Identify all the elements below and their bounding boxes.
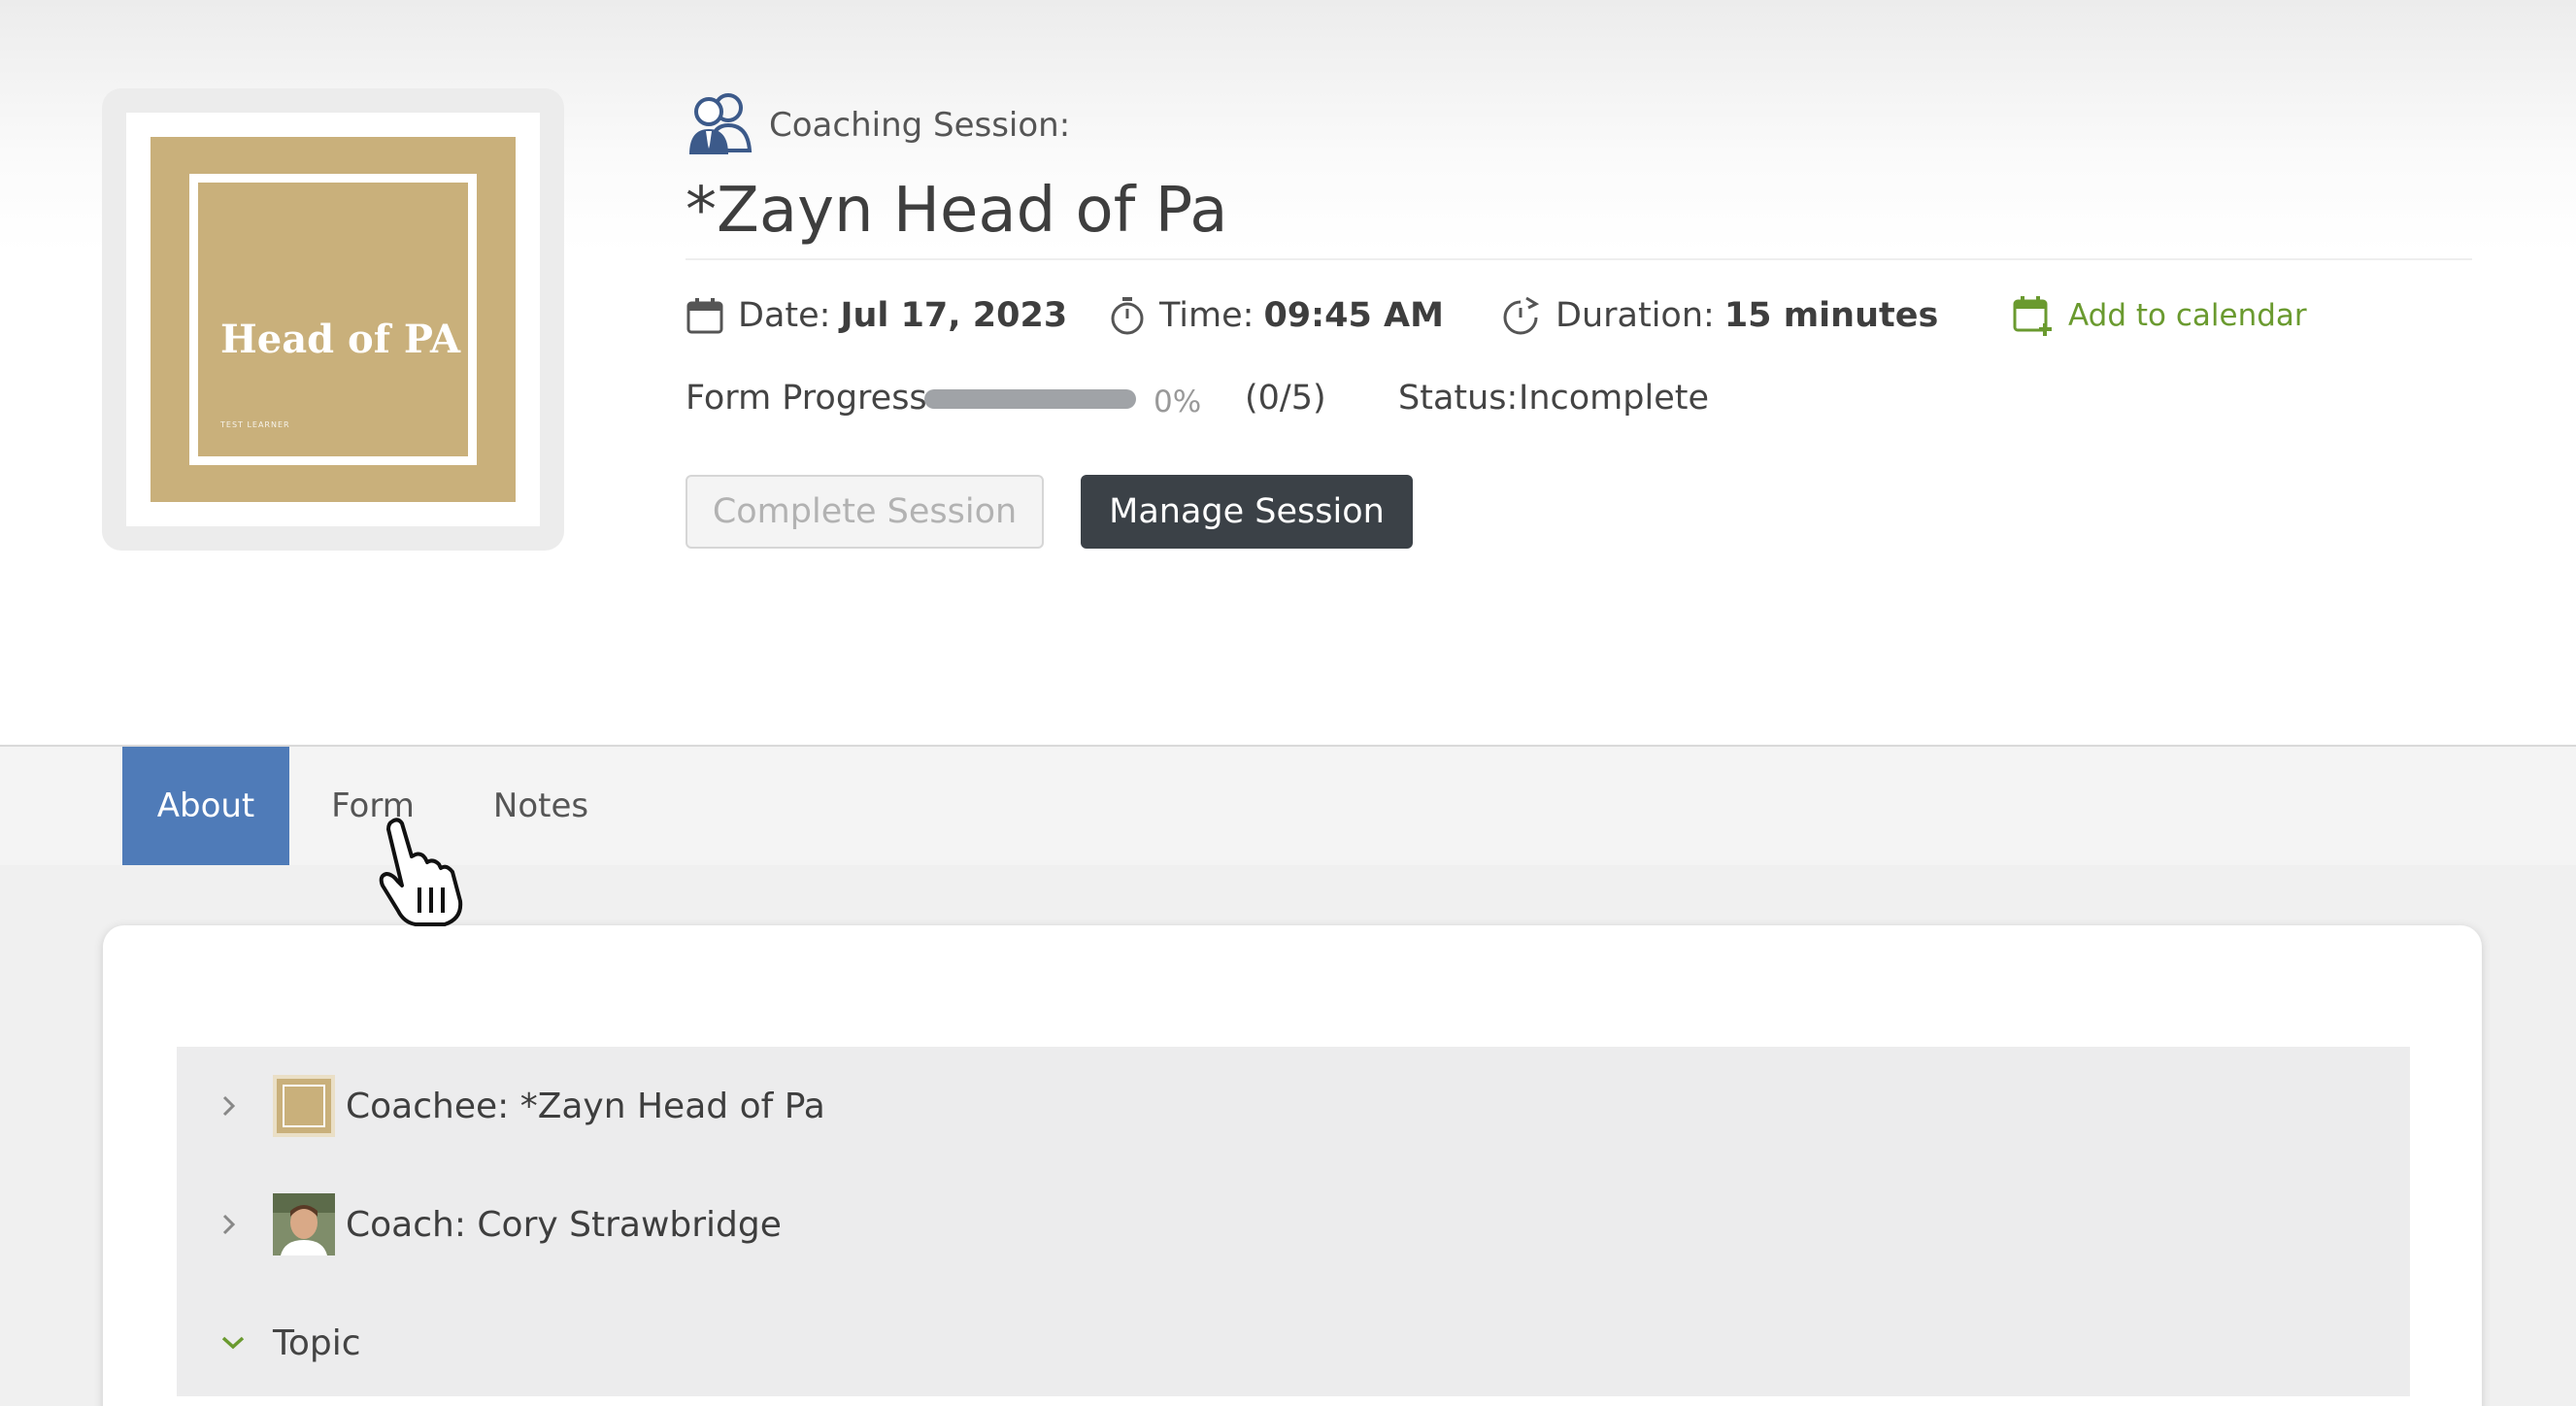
coach-row[interactable]: Coach: Cory Strawbridge bbox=[177, 1165, 2410, 1284]
page-title: *Zayn Head of Pa bbox=[686, 175, 1228, 247]
add-to-calendar-label: Add to calendar bbox=[2068, 298, 2307, 333]
coachee-row[interactable]: Coachee: *Zayn Head of Pa bbox=[177, 1047, 2410, 1165]
title-divider bbox=[686, 258, 2472, 260]
session-date: Date: Jul 17, 2023 bbox=[686, 284, 1067, 348]
time-label: Time: bbox=[1159, 296, 1255, 335]
calendar-icon bbox=[686, 298, 723, 334]
coachee-avatar bbox=[273, 1075, 335, 1137]
people-icon bbox=[686, 90, 755, 160]
about-accordion: Coachee: *Zayn Head of Pa Coach: Cory St… bbox=[177, 1047, 2410, 1396]
tab-about[interactable]: About bbox=[122, 747, 289, 865]
duration-value: 15 minutes bbox=[1723, 296, 1939, 335]
session-meta-row: Date: Jul 17, 2023 Time: 09:45 AM Durati… bbox=[686, 284, 2433, 348]
time-value: 09:45 AM bbox=[1263, 296, 1444, 335]
tab-notes[interactable]: Notes bbox=[483, 747, 599, 865]
manage-session-button[interactable]: Manage Session bbox=[1081, 475, 1413, 549]
session-type-label: Coaching Session: bbox=[769, 106, 1071, 145]
status-value: Incomplete bbox=[1519, 379, 1709, 418]
session-thumbnail-card: Head of PA TEST LEARNER bbox=[102, 88, 564, 551]
thumbnail-subtitle: TEST LEARNER bbox=[220, 420, 290, 429]
form-progress-percent: 0% bbox=[1154, 385, 1202, 419]
thumbnail-frame: Head of PA TEST LEARNER bbox=[126, 113, 540, 526]
session-thumbnail-image: Head of PA TEST LEARNER bbox=[151, 137, 516, 502]
coach-avatar bbox=[273, 1193, 335, 1255]
session-type-row: Coaching Session: bbox=[686, 91, 1070, 159]
form-progress-count: (0/5) bbox=[1245, 379, 1326, 418]
coachee-label: Coachee: *Zayn Head of Pa bbox=[346, 1086, 825, 1126]
status-label: Status: bbox=[1398, 379, 1519, 418]
form-progress-label: Form Progress bbox=[686, 379, 927, 418]
chevron-right-icon bbox=[222, 1214, 236, 1235]
timer-icon bbox=[1503, 296, 1540, 335]
session-duration: Duration: 15 minutes bbox=[1499, 284, 1938, 348]
session-time: Time: 09:45 AM bbox=[1109, 284, 1444, 348]
session-header: Head of PA TEST LEARNER Coaching Session… bbox=[0, 0, 2576, 745]
topic-row[interactable]: Topic bbox=[177, 1284, 2410, 1402]
chevron-down-icon bbox=[221, 1336, 245, 1350]
calendar-plus-icon bbox=[2013, 296, 2052, 336]
add-to-calendar-link[interactable]: Add to calendar bbox=[2012, 284, 2307, 348]
date-label: Date: bbox=[738, 296, 831, 335]
hand-pointer-icon bbox=[379, 818, 463, 926]
date-value: Jul 17, 2023 bbox=[840, 296, 1068, 335]
form-progress-row: Form Progress 0% (0/5) Status: Incomplet… bbox=[686, 373, 2045, 423]
duration-label: Duration: bbox=[1556, 296, 1715, 335]
form-progress-bar bbox=[924, 389, 1136, 409]
coach-label: Coach: Cory Strawbridge bbox=[346, 1204, 782, 1245]
topic-label: Topic bbox=[273, 1322, 361, 1363]
thumbnail-title: Head of PA bbox=[220, 317, 461, 362]
stopwatch-icon bbox=[1111, 297, 1144, 335]
chevron-right-icon bbox=[222, 1095, 236, 1117]
complete-session-button[interactable]: Complete Session bbox=[686, 475, 1044, 549]
